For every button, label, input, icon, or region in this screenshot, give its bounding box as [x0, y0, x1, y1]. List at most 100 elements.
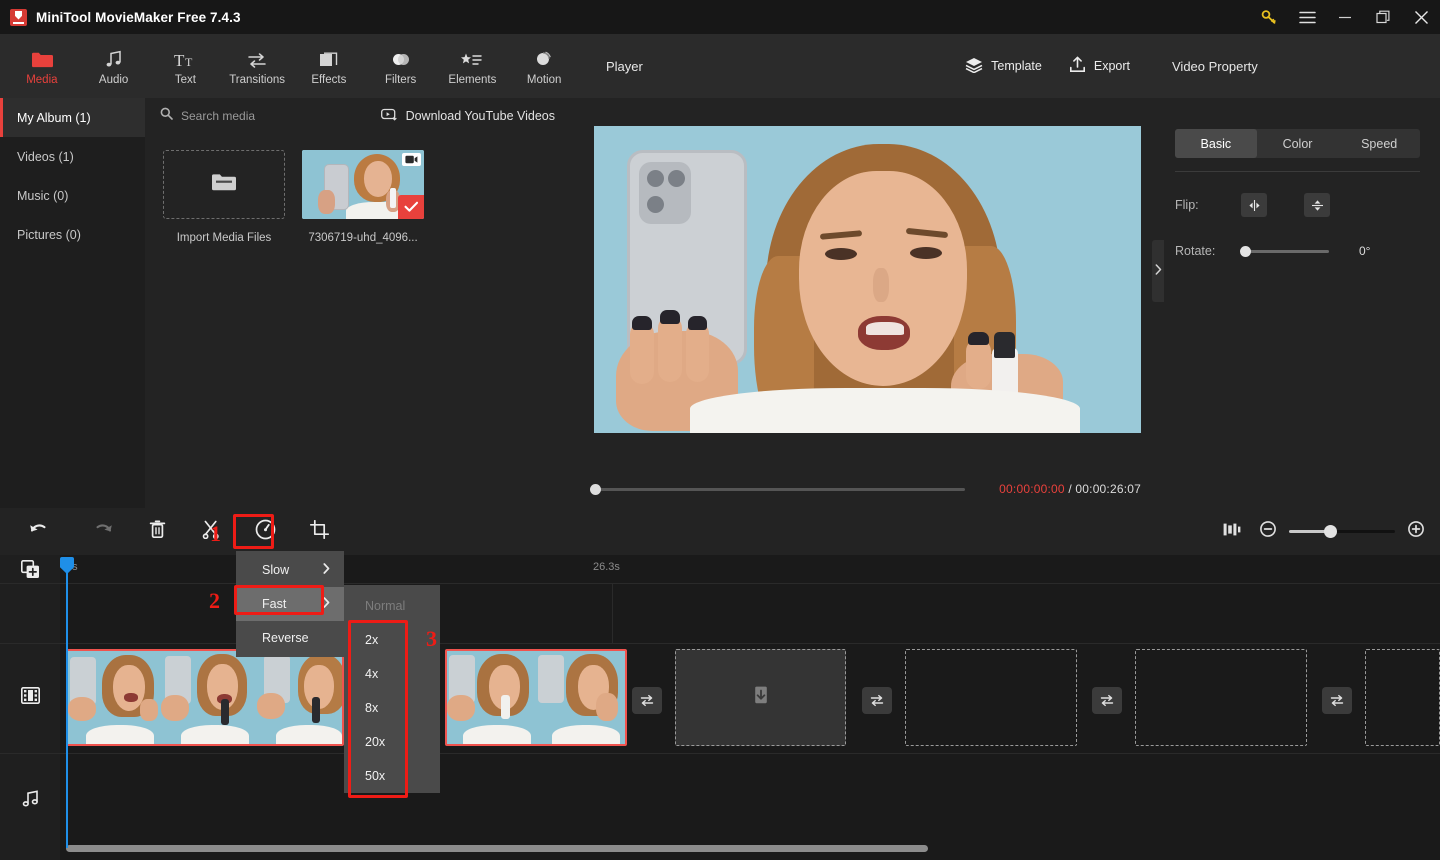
menu-item-slow[interactable]: Slow [236, 553, 344, 587]
seek-knob[interactable] [590, 484, 601, 495]
tab-transitions[interactable]: Transitions [221, 34, 293, 98]
submenu-item-label: 2x [365, 633, 378, 647]
tab-media[interactable]: Media [6, 34, 78, 98]
zoom-out-button[interactable] [1260, 521, 1276, 542]
tab-basic-label: Basic [1201, 137, 1232, 151]
tab-basic[interactable]: Basic [1175, 129, 1257, 158]
audio-track-header[interactable] [0, 753, 60, 848]
flip-vertical-icon[interactable] [1304, 193, 1330, 217]
tab-filters[interactable]: Filters [365, 34, 437, 98]
export-button[interactable]: Export [1069, 56, 1130, 76]
crop-button[interactable] [292, 508, 346, 555]
menu-item-reverse[interactable]: Reverse [236, 621, 344, 655]
tab-speed[interactable]: Speed [1338, 129, 1420, 158]
tab-elements[interactable]: Elements [437, 34, 509, 98]
media-grid: Import Media Files [145, 133, 580, 508]
video-track-header[interactable] [0, 643, 60, 753]
empty-clip-slot[interactable] [675, 649, 846, 746]
submenu-item-20x[interactable]: 20x [344, 725, 440, 759]
undo-icon [28, 521, 49, 543]
media-item[interactable]: 7306719-uhd_4096... [302, 150, 424, 508]
submenu-item-normal[interactable]: Normal [344, 589, 440, 623]
sidebar-item-music[interactable]: Music (0) [0, 176, 145, 215]
sidebar-item-my-album[interactable]: My Album (1) [0, 98, 145, 137]
album-label: Pictures (0) [17, 228, 81, 242]
tab-audio-label: Audio [99, 74, 128, 86]
restore-icon[interactable] [1364, 0, 1402, 34]
fit-timeline-button[interactable] [1223, 522, 1241, 542]
player-header: Player Template Export [580, 34, 1155, 98]
key-icon[interactable] [1250, 0, 1288, 34]
rotate-knob[interactable] [1240, 246, 1251, 257]
add-track-button[interactable] [0, 555, 60, 583]
transition-slot-button[interactable] [1092, 687, 1122, 714]
tab-text[interactable]: TT Text [150, 34, 222, 98]
menu-item-label: Reverse [262, 631, 309, 645]
video-preview[interactable] [594, 126, 1141, 433]
timecode-display: 00:00:00:00 / 00:00:26:07 [999, 482, 1141, 496]
redo-button[interactable] [76, 508, 130, 555]
rotate-row: Rotate: 0° [1175, 244, 1440, 258]
panel-collapse-handle[interactable] [1152, 240, 1164, 302]
template-button[interactable]: Template [965, 57, 1042, 76]
rotate-slider[interactable] [1245, 250, 1329, 253]
svg-text:T: T [174, 51, 185, 69]
property-tabs: Basic Color Speed [1175, 129, 1420, 158]
empty-clip-slot[interactable] [1365, 649, 1440, 746]
empty-clip-slot[interactable] [905, 649, 1077, 746]
tab-color[interactable]: Color [1257, 129, 1339, 158]
zoom-knob[interactable] [1324, 525, 1337, 538]
close-icon[interactable] [1402, 0, 1440, 34]
redo-icon [93, 521, 114, 543]
total-time: 00:00:26:07 [1075, 482, 1141, 496]
search-placeholder: Search media [181, 109, 255, 123]
download-youtube-button[interactable]: Download YouTube Videos [381, 108, 555, 124]
timeline-horizontal-scrollbar[interactable] [66, 845, 928, 852]
empty-clip-slot[interactable] [1135, 649, 1307, 746]
sidebar-item-pictures[interactable]: Pictures (0) [0, 215, 145, 254]
menu-item-fast[interactable]: Fast [236, 587, 344, 621]
speed-button[interactable] [238, 508, 292, 555]
ruler-label: 26.3s [593, 561, 620, 573]
submenu-item-8x[interactable]: 8x [344, 691, 440, 725]
transition-slot-button[interactable] [1322, 687, 1352, 714]
main-toolbar: Media Audio TT Text Transitions Effects [0, 34, 580, 98]
property-title: Video Property [1172, 59, 1258, 74]
annotation-number-2: 2 [209, 588, 220, 614]
submenu-item-label: 8x [365, 701, 378, 715]
transition-slot-button[interactable] [862, 687, 892, 714]
minimize-icon[interactable] [1326, 0, 1364, 34]
zoom-slider[interactable] [1289, 530, 1395, 533]
media-thumbnail[interactable] [302, 150, 424, 219]
playhead[interactable] [66, 563, 68, 848]
timeline-clip[interactable] [445, 649, 627, 746]
tab-effects[interactable]: Effects [293, 34, 365, 98]
undo-button[interactable] [0, 508, 76, 555]
tab-filters-label: Filters [385, 74, 416, 86]
import-media-tile[interactable]: Import Media Files [163, 150, 285, 508]
speedometer-icon [255, 519, 276, 545]
menu-icon[interactable] [1288, 0, 1326, 34]
transition-slot-button[interactable] [632, 687, 662, 714]
chevron-right-icon [323, 563, 330, 577]
timeline-clip[interactable] [66, 649, 344, 746]
tab-color-label: Color [1283, 137, 1313, 151]
sidebar-item-videos[interactable]: Videos (1) [0, 137, 145, 176]
app-logo-icon [10, 9, 27, 26]
speed-context-menu: Slow Fast Reverse [236, 551, 344, 657]
player-title: Player [606, 59, 643, 74]
video-track[interactable] [60, 643, 1440, 753]
search-input[interactable]: Search media [160, 107, 255, 125]
submenu-item-4x[interactable]: 4x [344, 657, 440, 691]
zoom-in-button[interactable] [1408, 521, 1424, 542]
tab-motion[interactable]: Motion [508, 34, 580, 98]
seek-slider[interactable] [595, 488, 965, 491]
tab-audio[interactable]: Audio [78, 34, 150, 98]
submenu-item-50x[interactable]: 50x [344, 759, 440, 793]
property-header: Video Property [1155, 34, 1440, 98]
video-badge-icon [402, 153, 421, 166]
time-separator: / [1068, 482, 1072, 496]
flip-horizontal-icon[interactable] [1241, 193, 1267, 217]
delete-button[interactable] [130, 508, 184, 555]
import-dropzone[interactable] [163, 150, 285, 219]
